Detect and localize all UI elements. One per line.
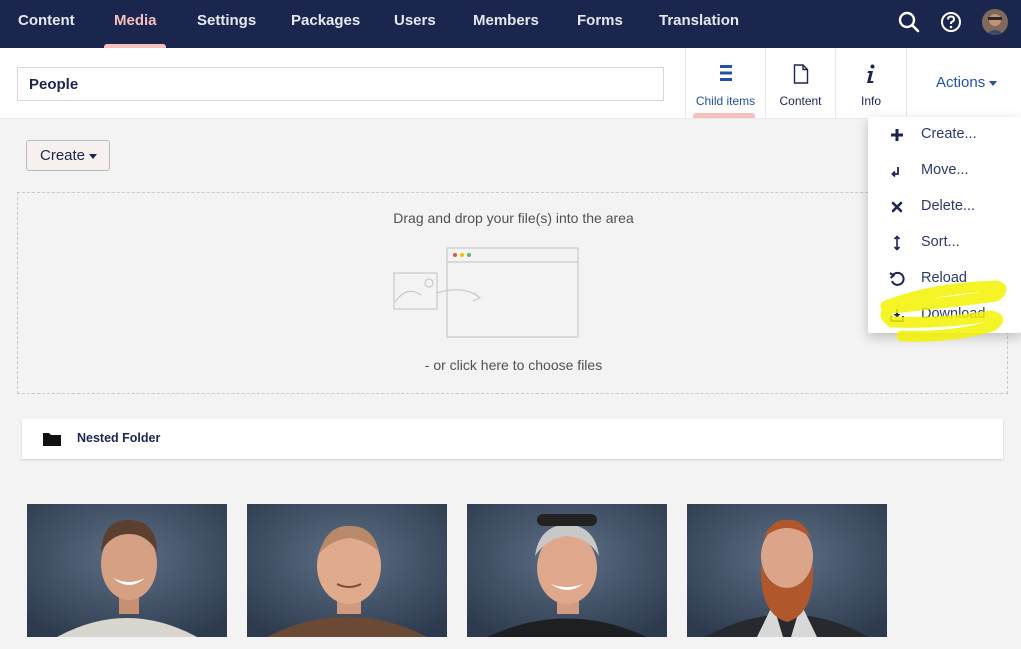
tab-content[interactable]: Content bbox=[765, 48, 835, 119]
content-header: Child items Content Info Actions bbox=[0, 48, 1021, 119]
nav-item-members[interactable]: Members bbox=[473, 0, 539, 48]
folder-icon bbox=[43, 432, 61, 451]
media-item-photo[interactable] bbox=[467, 504, 667, 637]
download-icon bbox=[888, 306, 906, 324]
menu-item-label: Download bbox=[921, 306, 986, 322]
info-icon bbox=[865, 64, 877, 89]
menu-item-sort[interactable]: Sort... bbox=[868, 225, 1021, 261]
sort-icon bbox=[888, 234, 906, 252]
file-dropzone[interactable]: Drag and drop your file(s) into the area… bbox=[17, 192, 1008, 394]
media-item-photo[interactable] bbox=[27, 504, 227, 637]
actions-button[interactable]: Actions bbox=[906, 48, 1021, 119]
tab-info-label: Info bbox=[860, 94, 881, 108]
media-item-photo[interactable] bbox=[247, 504, 447, 637]
help-icon[interactable] bbox=[938, 9, 964, 35]
search-icon[interactable] bbox=[896, 9, 922, 35]
upload-illustration-icon bbox=[393, 247, 583, 344]
delete-icon bbox=[888, 198, 906, 216]
menu-item-delete[interactable]: Delete... bbox=[868, 189, 1021, 225]
media-name-input[interactable] bbox=[17, 67, 664, 101]
tab-child-items[interactable]: Child items bbox=[685, 48, 765, 119]
nav-item-content[interactable]: Content bbox=[18, 0, 75, 48]
actions-dropdown-menu: Create... Move... Delete... Sort... Relo… bbox=[868, 117, 1021, 333]
choose-files-link[interactable]: - or click here to choose files bbox=[18, 357, 1009, 373]
menu-item-label: Move... bbox=[921, 162, 969, 178]
nav-item-packages[interactable]: Packages bbox=[291, 0, 360, 48]
menu-item-create[interactable]: Create... bbox=[868, 117, 1021, 153]
nav-item-translation[interactable]: Translation bbox=[659, 0, 739, 48]
nav-item-settings[interactable]: Settings bbox=[197, 0, 256, 48]
reload-icon bbox=[888, 270, 906, 288]
plus-icon bbox=[888, 126, 906, 144]
tab-info[interactable]: Info bbox=[835, 48, 906, 119]
tab-content-label: Content bbox=[779, 94, 822, 108]
chevron-down-icon bbox=[89, 154, 97, 159]
actions-label: Actions bbox=[936, 74, 986, 91]
menu-item-label: Delete... bbox=[921, 198, 975, 214]
menu-item-reload[interactable]: Reload bbox=[868, 261, 1021, 297]
menu-item-label: Reload bbox=[921, 270, 967, 286]
document-icon bbox=[793, 64, 809, 89]
create-label: Create bbox=[40, 147, 86, 164]
list-icon bbox=[719, 64, 733, 87]
active-tab-indicator bbox=[693, 113, 755, 118]
nav-item-forms[interactable]: Forms bbox=[577, 0, 623, 48]
menu-item-label: Create... bbox=[921, 126, 977, 142]
move-icon bbox=[888, 162, 906, 180]
list-item-folder[interactable]: Nested Folder bbox=[22, 419, 1003, 459]
nav-item-media[interactable]: Media bbox=[114, 0, 157, 48]
menu-item-download[interactable]: Download bbox=[868, 297, 1021, 333]
create-button[interactable]: Create bbox=[26, 140, 110, 171]
user-avatar[interactable] bbox=[982, 9, 1008, 35]
nav-item-users[interactable]: Users bbox=[394, 0, 436, 48]
media-item-photo[interactable] bbox=[687, 504, 887, 637]
chevron-down-icon bbox=[989, 80, 998, 86]
folder-name: Nested Folder bbox=[77, 431, 161, 445]
top-navigation: Content Media Settings Packages Users Me… bbox=[0, 0, 1021, 48]
tab-child-items-label: Child items bbox=[695, 94, 756, 108]
dropzone-title: Drag and drop your file(s) into the area bbox=[393, 210, 634, 226]
menu-item-label: Sort... bbox=[921, 234, 960, 250]
menu-item-move[interactable]: Move... bbox=[868, 153, 1021, 189]
